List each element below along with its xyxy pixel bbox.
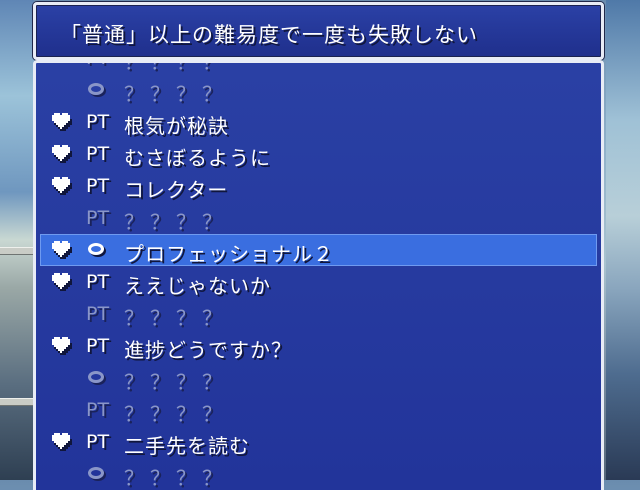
achievement-name: ？？？？ <box>124 60 228 74</box>
achievement-name: 二手先を読む <box>124 434 250 458</box>
achievement-name: 根気が秘訣 <box>124 114 229 138</box>
rank-label: PT <box>86 175 110 197</box>
achievement-row[interactable]: PT ？？？？ <box>40 202 597 234</box>
achievement-row[interactable]: ？？？？ <box>40 74 597 106</box>
achievement-description-window: 「普通」以上の難易度で一度も失敗しない <box>33 2 604 60</box>
achievement-list[interactable]: PT ？？？？ ？？？？ PT 根気が秘訣 PT むさぼるように PT コレクター PT ？？？？ プ… <box>40 60 597 490</box>
background-scenery-right <box>606 0 640 480</box>
achievement-list-window[interactable]: PT ？？？？ ？？？？ PT 根気が秘訣 PT むさぼるように PT コレクター PT ？？？？ プ… <box>33 60 604 490</box>
rank-circle-icon <box>88 467 104 479</box>
background-rail <box>0 247 34 255</box>
achievement-row[interactable]: ？？？？ <box>40 362 597 394</box>
achievement-name: ？？？？ <box>124 82 228 106</box>
rank-circle-icon <box>88 371 104 383</box>
rank-label: PT <box>86 111 110 133</box>
rank-label: PT <box>86 303 110 325</box>
achievement-name: ？？？？ <box>124 306 228 330</box>
heart-icon <box>52 337 74 357</box>
background-scenery-left <box>0 0 34 480</box>
heart-icon <box>52 241 74 261</box>
achievement-row[interactable]: PT 二手先を読む <box>40 426 597 458</box>
rank-label: PT <box>86 399 110 421</box>
rank-label: PT <box>86 431 110 453</box>
achievement-row[interactable]: PT コレクター <box>40 170 597 202</box>
achievement-name: ええじゃないか <box>124 274 271 298</box>
rank-circle-icon <box>88 83 104 95</box>
achievement-name: むさぼるように <box>124 146 271 170</box>
achievement-name: ？？？？ <box>124 466 228 490</box>
achievement-row-selected[interactable]: プロフェッショナル２ <box>40 234 597 266</box>
heart-icon <box>52 273 74 293</box>
achievement-row[interactable]: PT ？？？？ <box>40 394 597 426</box>
achievement-row[interactable]: PT 進捗どうですか？ <box>40 330 597 362</box>
rank-label: PT <box>86 335 110 357</box>
rank-label: PT <box>86 143 110 165</box>
achievement-row[interactable]: PT ？？？？ <box>40 60 597 74</box>
achievement-row[interactable]: PT ええじゃないか <box>40 266 597 298</box>
rank-circle-icon <box>88 243 104 255</box>
achievement-row[interactable]: PT ？？？？ <box>40 298 597 330</box>
achievement-name: プロフェッショナル２ <box>124 242 334 266</box>
heart-icon <box>52 145 74 165</box>
achievement-row[interactable]: ？？？？ <box>40 458 597 490</box>
heart-icon <box>52 433 74 453</box>
rank-label: PT <box>86 63 109 69</box>
achievement-name: コレクター <box>124 178 229 202</box>
achievement-description: 「普通」以上の難易度で一度も失敗しない <box>60 23 478 47</box>
achievement-row[interactable]: PT むさぼるように <box>40 138 597 170</box>
heart-icon <box>52 177 74 197</box>
achievement-name: ？？？？ <box>124 402 228 426</box>
heart-icon <box>52 113 74 133</box>
background-rail <box>0 398 34 406</box>
rank-label: PT <box>86 207 110 229</box>
achievement-name: ？？？？ <box>124 210 228 234</box>
achievement-row[interactable]: PT 根気が秘訣 <box>40 106 597 138</box>
achievement-name: ？？？？ <box>124 370 228 394</box>
rank-label: PT <box>86 271 110 293</box>
achievement-name: 進捗どうですか？ <box>124 338 292 362</box>
